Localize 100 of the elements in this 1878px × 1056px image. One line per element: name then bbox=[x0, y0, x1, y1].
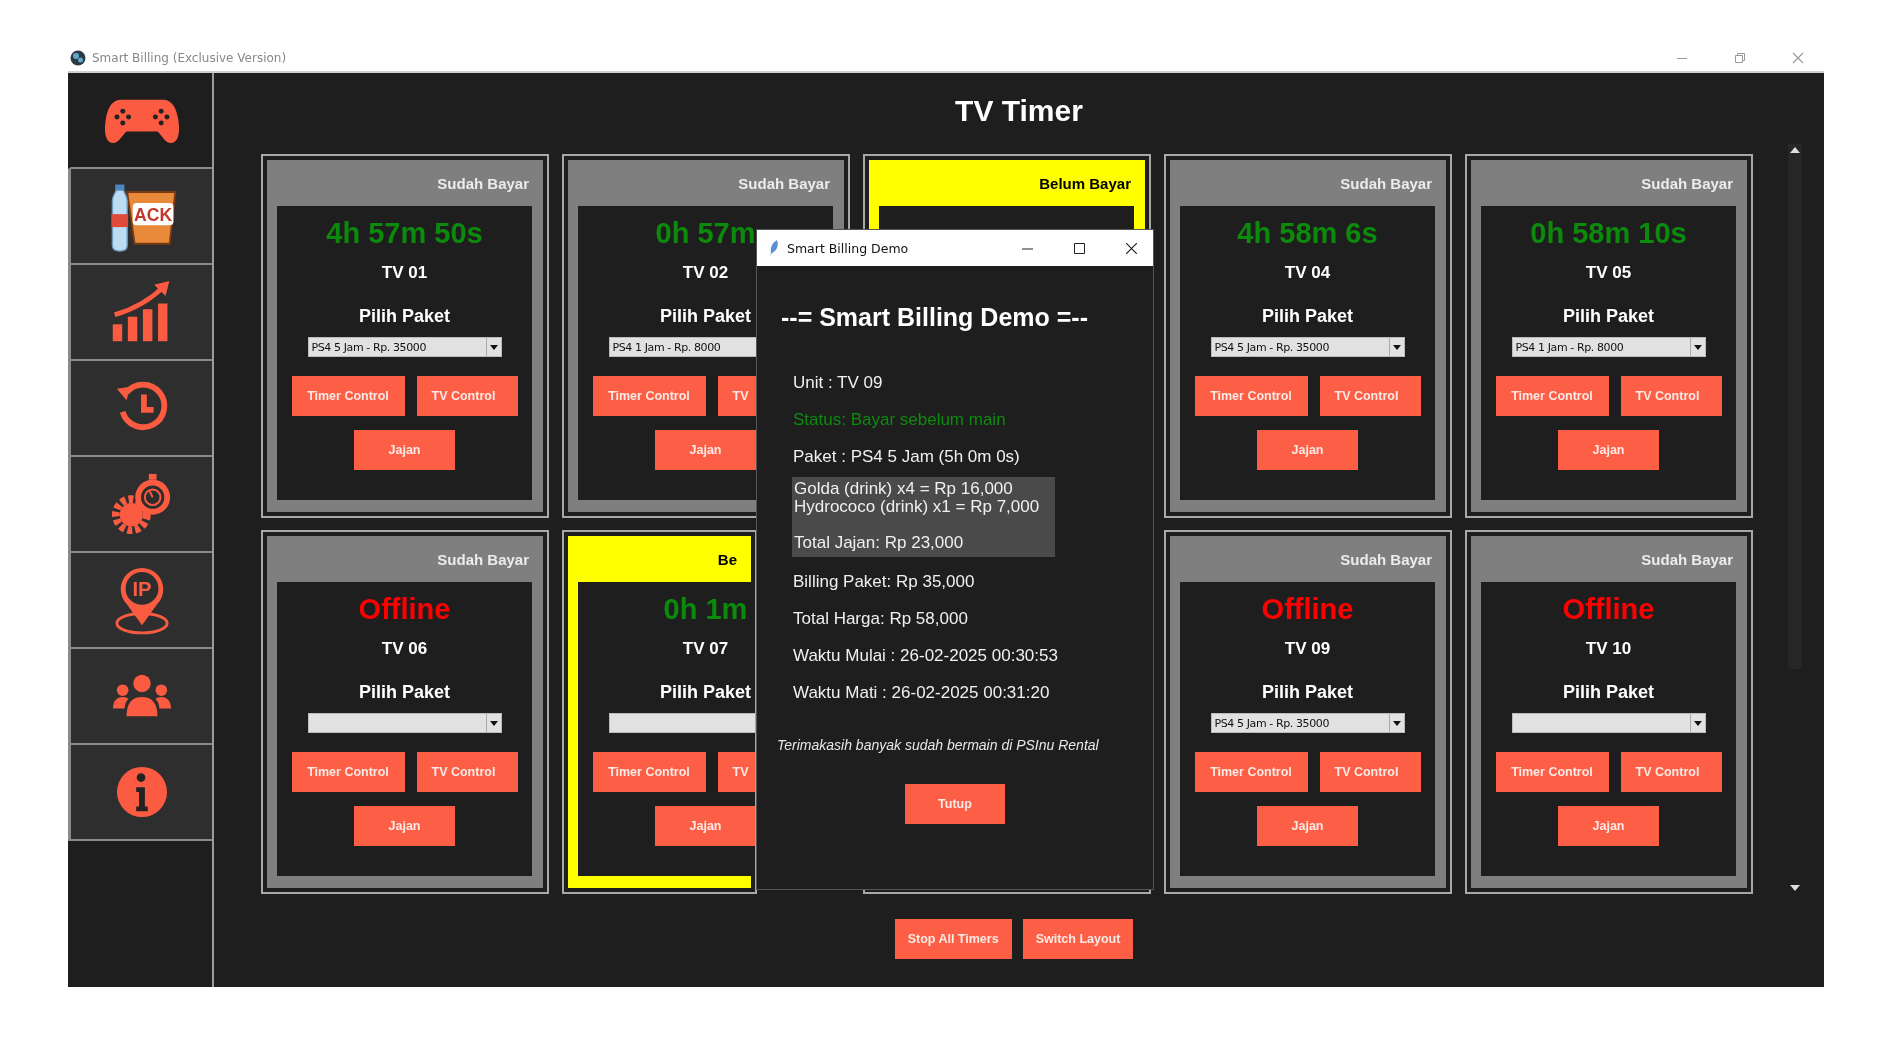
timer-control-button[interactable]: Timer Control bbox=[1495, 752, 1609, 792]
billing-line: Billing Paket: Rp 35,000 bbox=[793, 571, 976, 593]
caret-icon bbox=[1392, 720, 1401, 726]
tv-control-button[interactable]: TV bbox=[717, 752, 755, 792]
billing-line: Waktu Mulai : 26-02-2025 00:30:53 bbox=[793, 645, 1059, 667]
sidebar-item[interactable]: ACK bbox=[68, 169, 212, 265]
tv-control-button[interactable]: TV Control bbox=[416, 376, 518, 416]
payment-status: Be bbox=[717, 550, 737, 568]
sidebar-item[interactable] bbox=[68, 649, 212, 745]
timer-text: Offline bbox=[358, 592, 451, 626]
close-button[interactable]: Tutup bbox=[905, 784, 1005, 824]
package-text: Paket : PS4 5 Jam (5h 0m 0s) bbox=[793, 446, 1021, 468]
timer-text: Offline bbox=[1562, 592, 1655, 626]
unit-name: TV 10 bbox=[1585, 638, 1632, 660]
tv-control-button[interactable]: TV Control bbox=[1620, 752, 1722, 792]
package-dropdown[interactable]: PS4 1 Jam - Rp. 8000 bbox=[1511, 337, 1706, 357]
scroll-down-icon[interactable] bbox=[1790, 885, 1800, 891]
unit-name: TV 09 bbox=[1284, 638, 1331, 660]
caret-icon bbox=[1392, 344, 1401, 350]
timer-text: 4h 57m 50s bbox=[326, 216, 483, 250]
info-icon bbox=[115, 766, 168, 818]
unit-name: TV 04 bbox=[1284, 262, 1331, 284]
timer-text: Offline bbox=[1261, 592, 1354, 626]
package-label: Pilih Paket bbox=[1261, 305, 1353, 328]
jajan-button[interactable]: Jajan bbox=[354, 806, 455, 846]
tv-control-button[interactable]: TV Control bbox=[416, 752, 518, 792]
unit-text: Unit : TV 09 bbox=[793, 372, 884, 394]
package-label: Pilih Paket bbox=[659, 305, 751, 328]
window-title: Smart Billing (Exclusive Version) bbox=[92, 51, 287, 65]
payment-status: Sudah Bayar bbox=[1641, 550, 1733, 568]
jajan-button[interactable]: Jajan bbox=[1558, 430, 1659, 470]
package-label: Pilih Paket bbox=[358, 681, 450, 704]
caret-icon bbox=[489, 720, 498, 726]
caret-icon bbox=[489, 344, 498, 350]
timer-text: 0h 57m bbox=[655, 216, 756, 250]
switch-layout-button[interactable]: Switch Layout bbox=[1022, 919, 1134, 959]
jajan-button[interactable]: Jajan bbox=[354, 430, 455, 470]
stop-all-button[interactable]: Stop All Timers bbox=[894, 919, 1012, 959]
billing-line: Waktu Mati : 26-02-2025 00:31:20 bbox=[793, 682, 1051, 704]
feather-icon bbox=[769, 240, 779, 256]
jajan-button[interactable]: Jajan bbox=[1257, 430, 1358, 470]
caret-icon bbox=[1693, 720, 1702, 726]
payment-status: Sudah Bayar bbox=[1641, 174, 1733, 192]
sidebar-item[interactable] bbox=[68, 457, 212, 553]
timer-control-button[interactable]: Timer Control bbox=[1194, 752, 1308, 792]
tv-control-button[interactable]: TV Control bbox=[1620, 376, 1722, 416]
sidebar-item[interactable] bbox=[68, 265, 212, 361]
timer-control-button[interactable]: Timer Control bbox=[1495, 376, 1609, 416]
timer-control-button[interactable]: Timer Control bbox=[592, 376, 706, 416]
jajan-button[interactable]: Jajan bbox=[655, 430, 756, 470]
package-label: Pilih Paket bbox=[659, 681, 751, 704]
package-dropdown[interactable]: PS4 5 Jam - Rp. 35000 bbox=[307, 337, 502, 357]
unit-name: TV 02 bbox=[682, 262, 729, 284]
package-dropdown[interactable]: PS4 5 Jam - Rp. 35000 bbox=[1210, 713, 1405, 733]
snack-line: Hydrococo (drink) x1 = Rp 7,000 bbox=[794, 498, 1040, 516]
dialog-title: Smart Billing Demo bbox=[787, 240, 909, 256]
sidebar-item[interactable] bbox=[68, 745, 212, 841]
caret-icon bbox=[1693, 344, 1702, 350]
users-icon bbox=[112, 673, 171, 719]
timer-text: 0h 1m bbox=[663, 592, 748, 626]
app-icon bbox=[70, 50, 86, 66]
jajan-button[interactable]: Jajan bbox=[655, 806, 755, 846]
thanks-text: Terimakasih banyak sudah bermain di PSInu Rental bbox=[777, 737, 1100, 753]
dialog-heading: --= Smart Billing Demo =-- bbox=[781, 302, 1089, 332]
scrollbar[interactable] bbox=[1788, 144, 1802, 894]
payment-status: Sudah Bayar bbox=[1340, 174, 1432, 192]
sidebar-item[interactable] bbox=[68, 361, 212, 457]
close-icon[interactable] bbox=[1125, 242, 1137, 254]
page-title: TV Timer bbox=[954, 93, 1084, 129]
timer-control-button[interactable]: Timer Control bbox=[1194, 376, 1308, 416]
snack-line: Golda (drink) x4 = Rp 16,000 bbox=[794, 480, 1014, 498]
unit-name: TV 01 bbox=[381, 262, 428, 284]
package-label: Pilih Paket bbox=[1261, 681, 1353, 704]
payment-status: Sudah Bayar bbox=[437, 174, 529, 192]
unit-name: TV 05 bbox=[1585, 262, 1632, 284]
payment-status: Sudah Bayar bbox=[738, 174, 830, 192]
unit-name: TV 06 bbox=[381, 638, 428, 660]
package-label: Pilih Paket bbox=[1562, 681, 1654, 704]
package-label: Pilih Paket bbox=[358, 305, 450, 328]
payment-status: Sudah Bayar bbox=[437, 550, 529, 568]
timer-text: 0h 58m 10s bbox=[1530, 216, 1687, 250]
sidebar-item[interactable]: IP bbox=[68, 553, 212, 649]
snack-total: Total Jajan: Rp 23,000 bbox=[794, 532, 965, 554]
timer-control-button[interactable]: Timer Control bbox=[291, 752, 405, 792]
tv-control-button[interactable]: TV Control bbox=[1319, 376, 1421, 416]
payment-status: Belum Bayar bbox=[1039, 174, 1131, 192]
maximize-icon[interactable] bbox=[1073, 242, 1085, 254]
unit-name: TV 07 bbox=[682, 638, 729, 660]
timer-control-button[interactable]: Timer Control bbox=[592, 752, 706, 792]
jajan-button[interactable]: Jajan bbox=[1257, 806, 1358, 846]
timer-control-button[interactable]: Timer Control bbox=[291, 376, 405, 416]
status-text: Status: Bayar sebelum main bbox=[793, 409, 1007, 431]
scroll-up-icon[interactable] bbox=[1790, 147, 1800, 153]
billing-line: Total Harga: Rp 58,000 bbox=[793, 608, 969, 630]
package-label: Pilih Paket bbox=[1562, 305, 1654, 328]
timer-text: 4h 58m 6s bbox=[1237, 216, 1378, 250]
package-dropdown[interactable]: PS4 5 Jam - Rp. 35000 bbox=[1210, 337, 1405, 357]
restore-icon[interactable] bbox=[1734, 52, 1746, 64]
jajan-button[interactable]: Jajan bbox=[1558, 806, 1659, 846]
tv-control-button[interactable]: TV Control bbox=[1319, 752, 1421, 792]
